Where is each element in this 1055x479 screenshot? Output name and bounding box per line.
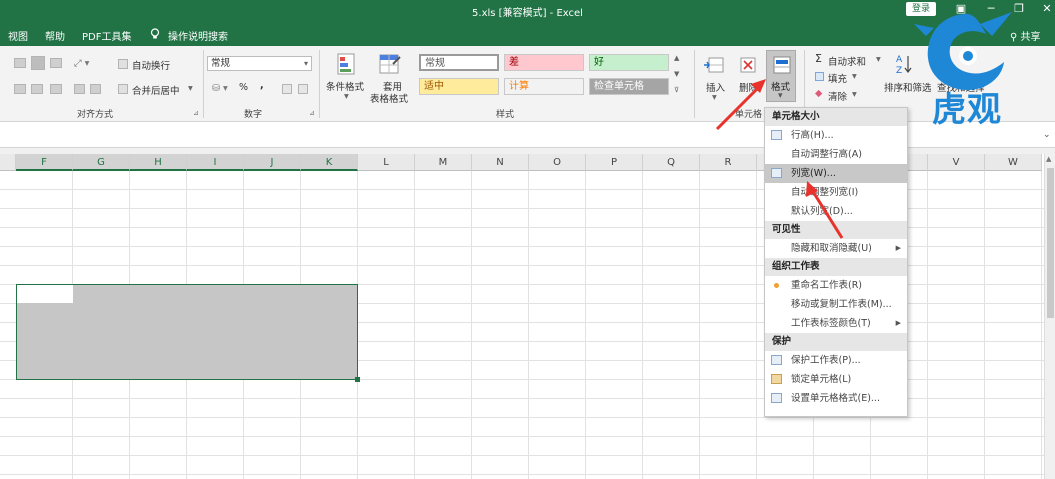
arrow-to-format-button: [715, 79, 766, 131]
arrow-to-column-width: [806, 181, 844, 239]
annotation-arrows: [715, 79, 844, 239]
excel-window: 5.xls [兼容模式] - Excel 登录 ▣ ─ ❐ ✕ 视图 帮助 PD…: [0, 0, 1055, 479]
